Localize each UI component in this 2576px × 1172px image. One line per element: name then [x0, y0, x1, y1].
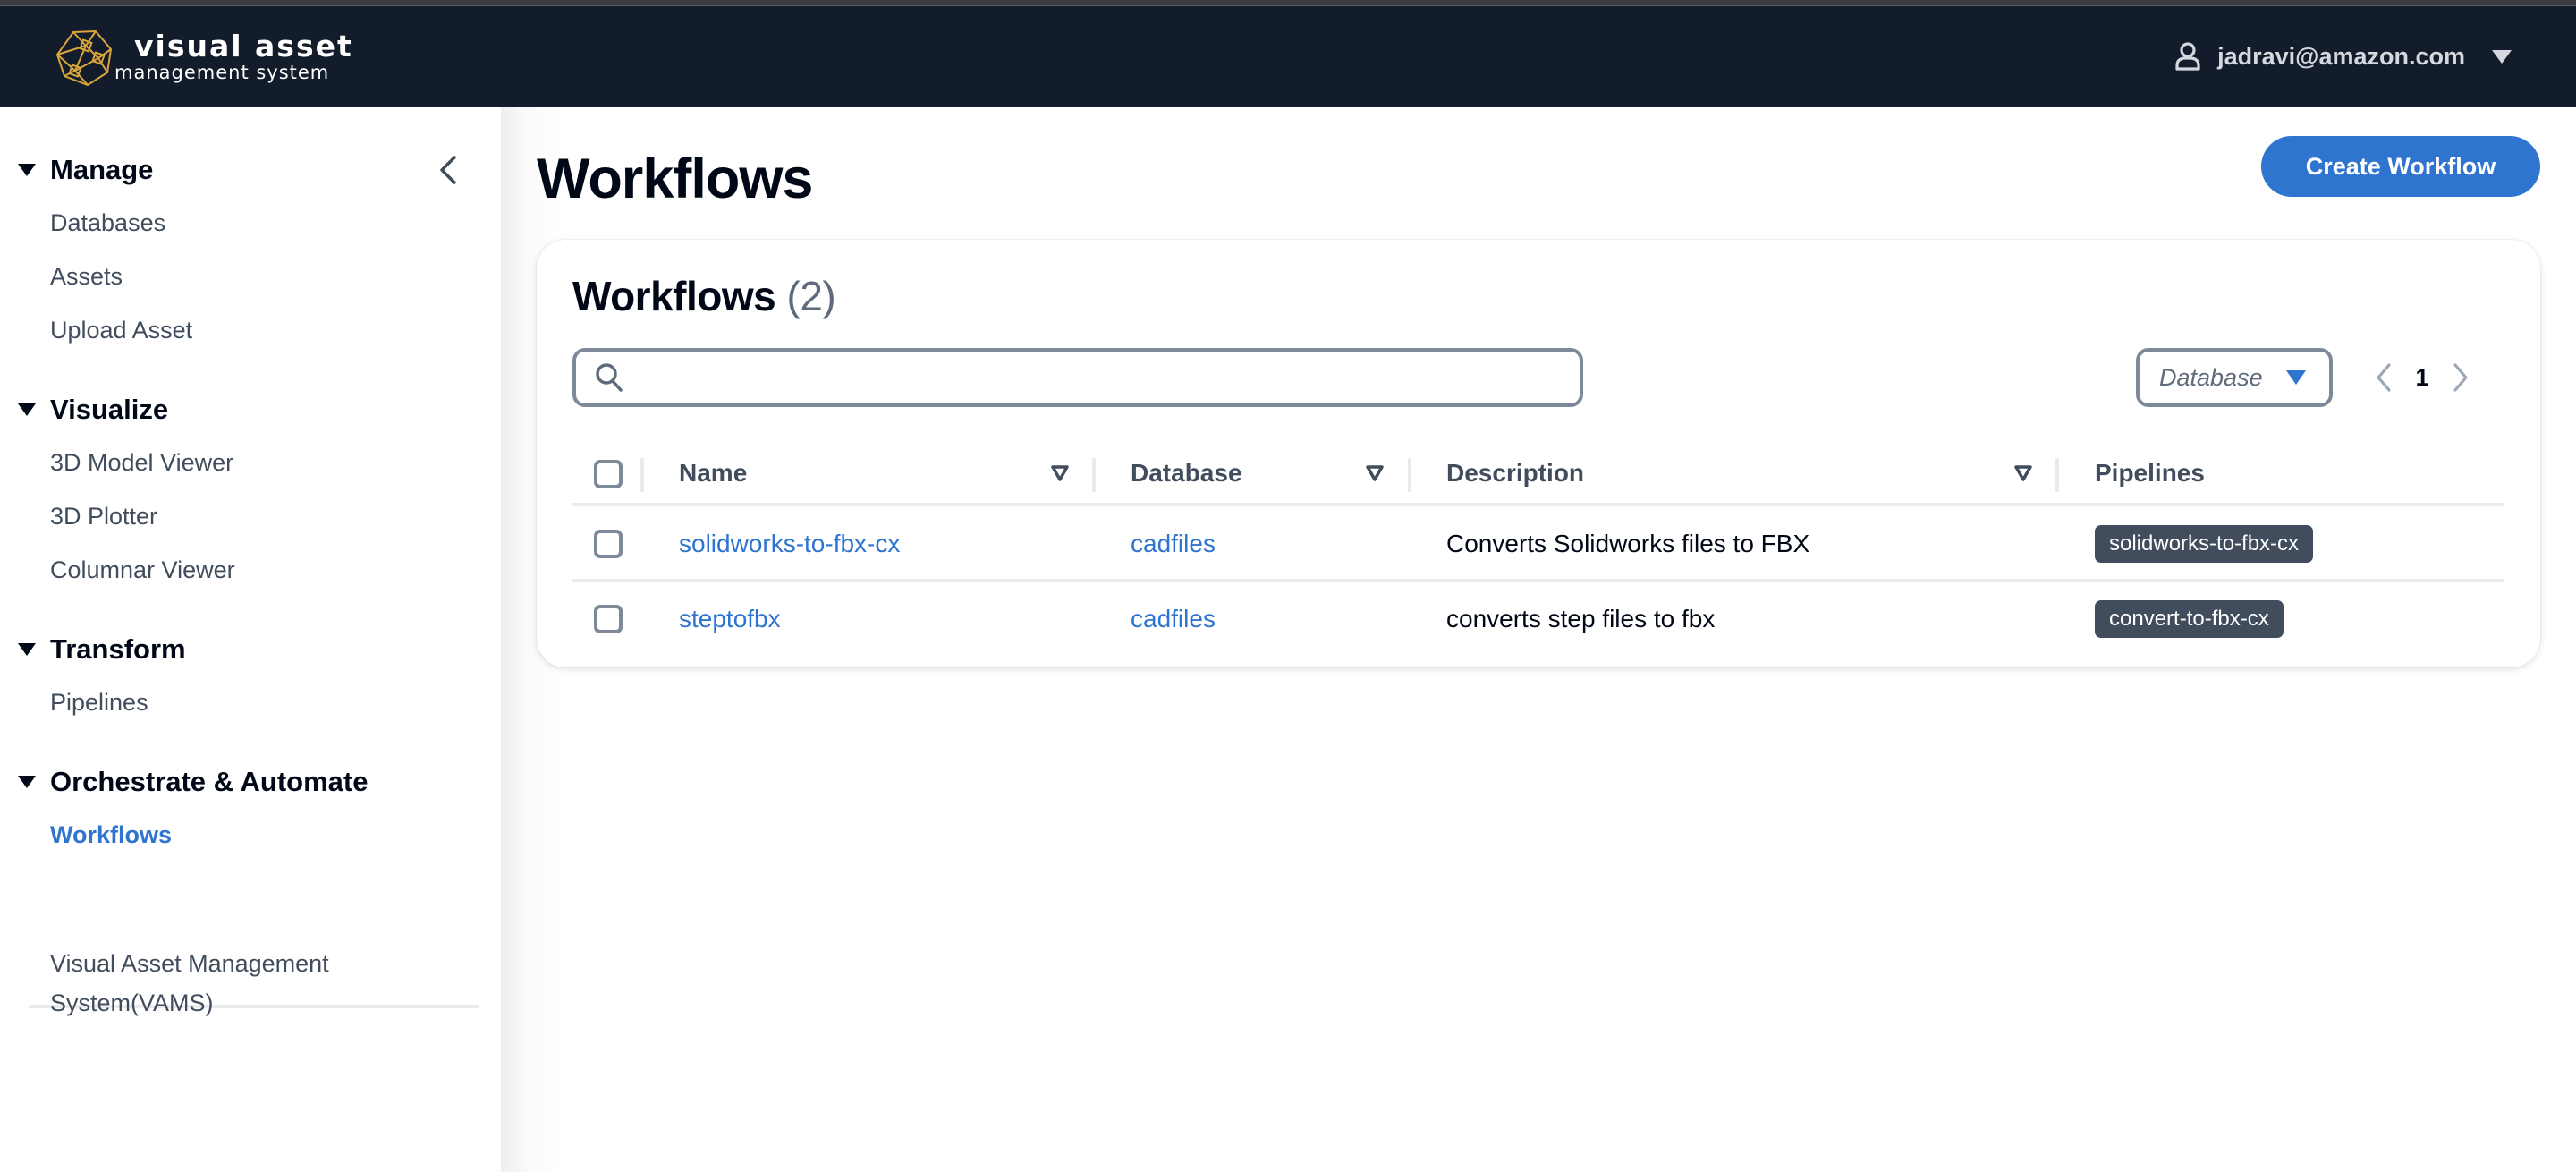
sidebar-item-assets[interactable]: Assets — [50, 263, 123, 291]
nav-section-label: Orchestrate & Automate — [50, 766, 369, 797]
row-checkbox[interactable] — [594, 605, 623, 633]
sidebar-item-3d-plotter[interactable]: 3D Plotter — [50, 503, 157, 531]
page-number-button[interactable]: 1 — [2397, 364, 2447, 392]
sidebar-item-upload-asset[interactable]: Upload Asset — [50, 317, 192, 344]
table-row: solidworks-to-fbx-cx cadfiles Converts S… — [572, 506, 2504, 582]
column-header-name[interactable]: Name — [679, 444, 747, 503]
caret-down-icon — [18, 164, 36, 176]
user-menu[interactable]: jadravi@amazon.com — [2174, 42, 2512, 71]
row-checkbox[interactable] — [594, 530, 623, 558]
select-all-checkbox[interactable] — [594, 460, 623, 488]
nav-section-label: Manage — [50, 154, 154, 185]
app-logo[interactable]: visual asset management system — [55, 26, 352, 90]
caret-down-icon — [2285, 370, 2306, 385]
caret-down-icon — [18, 643, 36, 656]
column-separator[interactable] — [1092, 458, 1096, 492]
column-header-pipelines: Pipelines — [2095, 459, 2205, 487]
search-input[interactable] — [637, 352, 1580, 403]
database-link[interactable]: cadfiles — [1131, 605, 1216, 633]
chevron-left-icon — [440, 156, 456, 184]
workflow-name-link[interactable]: steptofbx — [679, 605, 781, 633]
logo-title: visual asset — [134, 29, 353, 64]
sidebar-item-databases[interactable]: Databases — [50, 209, 165, 237]
search-field[interactable] — [572, 348, 1583, 407]
sidebar-item-3d-model-viewer[interactable]: 3D Model Viewer — [50, 449, 233, 477]
column-separator — [640, 458, 644, 492]
user-email: jadravi@amazon.com — [2217, 42, 2465, 70]
database-filter-placeholder: Database — [2159, 363, 2263, 391]
table-title: Workflows (2) — [572, 272, 836, 320]
caret-down-icon — [18, 403, 36, 416]
nav-section-label: Visualize — [50, 394, 169, 425]
collapse-sidebar-button[interactable] — [435, 152, 462, 188]
create-workflow-button[interactable]: Create Workflow — [2261, 136, 2540, 197]
sidebar-footer-link[interactable]: Visual Asset Management System(VAMS) — [50, 944, 426, 1023]
column-header-description[interactable]: Description — [1446, 444, 1584, 503]
workflows-table-container: Workflows (2) Database 1 Name Database D… — [537, 240, 2540, 667]
chevron-right-icon — [2453, 363, 2468, 392]
caret-down-icon — [2492, 49, 2512, 64]
sort-icon[interactable] — [1050, 463, 1070, 483]
logo-polyhedron-icon — [55, 30, 113, 87]
sidebar-item-columnar-viewer[interactable]: Columnar Viewer — [50, 556, 235, 584]
sort-icon[interactable] — [1365, 463, 1385, 483]
nav-section-manage[interactable]: Manage — [18, 154, 153, 186]
table-header-row: Name Database Description Pipelines — [572, 444, 2504, 506]
browser-top-edge — [0, 0, 2576, 6]
nav-section-transform[interactable]: Transform — [18, 633, 186, 666]
previous-page-button[interactable] — [2370, 360, 2397, 395]
sidebar-item-pipelines[interactable]: Pipelines — [50, 689, 148, 717]
next-page-button[interactable] — [2447, 360, 2474, 395]
pipeline-badge: convert-to-fbx-cx — [2095, 600, 2284, 638]
pipeline-badge: solidworks-to-fbx-cx — [2095, 525, 2314, 563]
table-row: steptofbx cadfiles converts step files t… — [572, 582, 2504, 657]
chevron-left-icon — [2377, 363, 2391, 392]
workflow-description: converts step files to fbx — [1446, 605, 1716, 633]
workflow-description: Converts Solidworks files to FBX — [1446, 530, 1810, 557]
nav-section-orchestrate-automate[interactable]: Orchestrate & Automate — [18, 766, 368, 798]
side-navigation: Manage Databases Assets Upload Asset Vis… — [0, 107, 501, 1172]
workflows-table: Name Database Description Pipelines soli… — [572, 444, 2504, 657]
pagination: 1 — [2370, 357, 2474, 398]
workflow-name-link[interactable]: solidworks-to-fbx-cx — [679, 530, 900, 558]
page-title: Workflows — [537, 148, 813, 210]
column-header-database[interactable]: Database — [1131, 444, 1242, 503]
column-separator[interactable] — [2055, 458, 2059, 492]
sort-icon[interactable] — [2013, 463, 2033, 483]
nav-section-visualize[interactable]: Visualize — [18, 394, 168, 426]
table-title-text: Workflows — [572, 273, 776, 319]
user-icon — [2175, 42, 2200, 71]
database-filter-select[interactable]: Database — [2136, 348, 2333, 407]
column-separator[interactable] — [1408, 458, 1411, 492]
sidebar-item-workflows[interactable]: Workflows — [50, 821, 172, 849]
top-navigation: visual asset management system jadravi@a… — [0, 6, 2576, 107]
table-count: (2) — [786, 273, 836, 319]
logo-subtitle: management system — [114, 62, 330, 83]
search-icon — [596, 363, 623, 392]
caret-down-icon — [18, 776, 36, 788]
database-link[interactable]: cadfiles — [1131, 530, 1216, 558]
nav-section-label: Transform — [50, 633, 186, 665]
